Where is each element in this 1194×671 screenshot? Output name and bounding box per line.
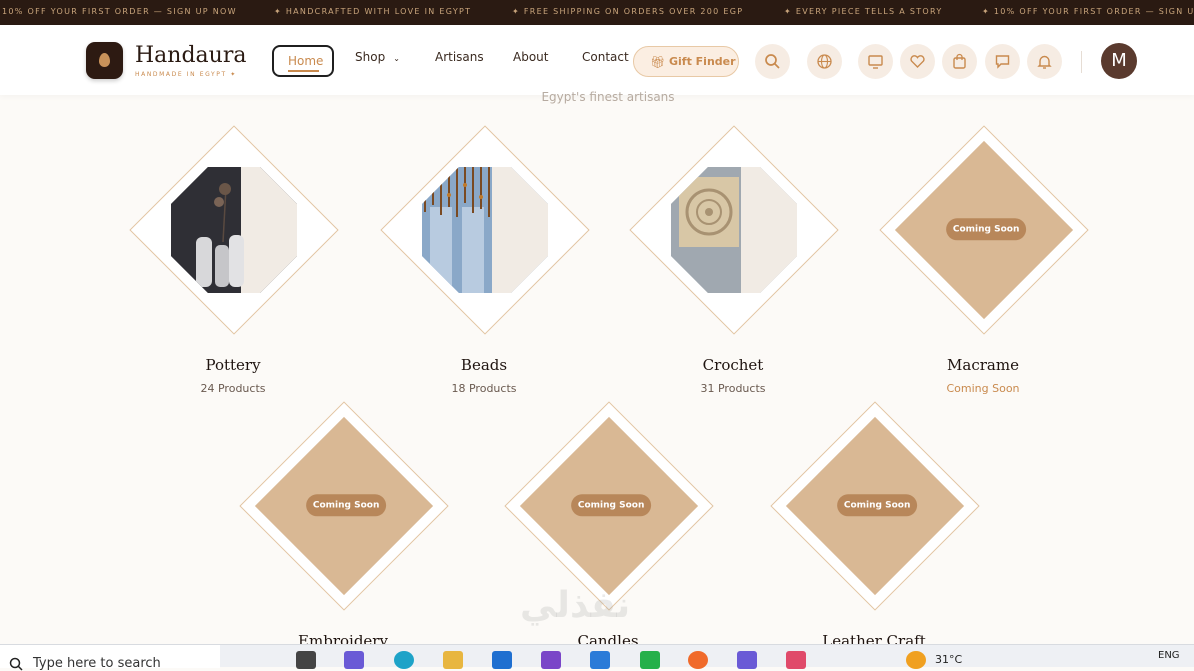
heart-icon xyxy=(910,55,925,68)
search-button[interactable] xyxy=(755,44,790,79)
brand-name[interactable]: Handaura xyxy=(135,43,246,68)
weather-icon[interactable] xyxy=(906,651,926,669)
announcement-bar: 10% OFF YOUR FIRST ORDER — SIGN UP NOW ✦… xyxy=(0,0,1194,25)
category-frame: Coming Soon xyxy=(879,125,1089,335)
category-count: Coming Soon xyxy=(946,382,1020,395)
watermark: نفذلي xyxy=(520,585,631,626)
category-name[interactable]: Pottery xyxy=(128,356,338,374)
taskbar: Type here to search 31°C ENG xyxy=(0,644,1194,671)
search-icon xyxy=(765,54,780,69)
nav-shop-label: Shop xyxy=(355,50,386,64)
category-frame xyxy=(629,125,839,335)
gift-icon: 🎁︎ xyxy=(650,55,666,69)
app-icon[interactable] xyxy=(541,651,561,669)
teams-icon[interactable] xyxy=(737,651,757,669)
nav-home[interactable]: Home xyxy=(272,45,334,77)
category-count: 24 Products xyxy=(200,382,266,395)
gift-finder-button[interactable]: 🎁︎ Gift Finder xyxy=(633,46,739,77)
category-frame: Coming Soon xyxy=(504,401,714,611)
messages-button[interactable] xyxy=(985,44,1020,79)
task-view-icon[interactable] xyxy=(296,651,316,669)
category-placeholder: Coming Soon xyxy=(785,416,965,596)
announcement-item: 10% OFF YOUR FIRST ORDER — SIGN UP NOW xyxy=(2,7,237,16)
category-placeholder: Coming Soon xyxy=(519,416,699,596)
category-image xyxy=(144,140,324,320)
brand-tagline: HANDMADE IN EGYPT ✦ xyxy=(135,71,237,78)
whatsapp-icon[interactable] xyxy=(640,651,660,669)
taskbar-search[interactable]: Type here to search xyxy=(0,645,220,671)
category-placeholder: Coming Soon xyxy=(894,140,1074,320)
language-indicator[interactable]: ENG xyxy=(1158,650,1180,661)
wishlist-button[interactable] xyxy=(900,44,935,79)
copilot-icon[interactable] xyxy=(344,651,364,669)
avatar[interactable]: M xyxy=(1101,43,1137,79)
mail-icon[interactable] xyxy=(492,651,512,669)
category-name[interactable]: Crochet xyxy=(628,356,838,374)
category-frame: Coming Soon xyxy=(239,401,449,611)
announcement-item: ✦ EVERY PIECE TELLS A STORY xyxy=(784,7,943,16)
active-underline xyxy=(288,70,319,72)
site-header: Handaura HANDMADE IN EGYPT ✦ Home Shop ⌄ … xyxy=(0,25,1194,95)
nav-shop[interactable]: Shop ⌄ xyxy=(355,50,400,64)
section-subtitle: Egypt's finest artisans xyxy=(541,90,675,104)
monitor-button[interactable] xyxy=(858,44,893,79)
postman-icon[interactable] xyxy=(688,651,708,669)
category-frame xyxy=(380,125,590,335)
category-count: 31 Products xyxy=(700,382,766,395)
vscode-icon[interactable] xyxy=(590,651,610,669)
category-name[interactable]: Beads xyxy=(379,356,589,374)
temperature[interactable]: 31°C xyxy=(935,653,962,666)
category-frame xyxy=(129,125,339,335)
drop-icon xyxy=(99,53,110,67)
taskbar-search-placeholder: Type here to search xyxy=(33,656,161,671)
nav-home-label: Home xyxy=(288,54,324,68)
bell-icon xyxy=(1037,55,1052,69)
header-divider xyxy=(1081,51,1082,73)
chevron-down-icon: ⌄ xyxy=(393,54,400,63)
notifications-button[interactable] xyxy=(1027,44,1062,79)
announcement-item: ✦ HANDCRAFTED WITH LOVE IN EGYPT xyxy=(274,7,472,16)
gift-finder-label: Gift Finder xyxy=(669,55,736,68)
coming-soon-badge: Coming Soon xyxy=(837,494,918,517)
coming-soon-badge: Coming Soon xyxy=(306,494,387,517)
monitor-icon xyxy=(868,55,883,69)
edge-icon[interactable] xyxy=(394,651,414,669)
file-explorer-icon[interactable] xyxy=(443,651,463,669)
language-button[interactable] xyxy=(807,44,842,79)
logo[interactable] xyxy=(86,42,123,79)
search-icon xyxy=(9,657,23,671)
chat-icon xyxy=(995,55,1010,69)
category-frame: Coming Soon xyxy=(770,401,980,611)
bag-icon xyxy=(953,53,966,69)
app-icon[interactable] xyxy=(786,651,806,669)
coming-soon-badge: Coming Soon xyxy=(946,218,1027,241)
globe-icon xyxy=(817,54,832,69)
category-placeholder: Coming Soon xyxy=(254,416,434,596)
category-image xyxy=(395,140,575,320)
nav-artisans[interactable]: Artisans xyxy=(435,50,484,64)
category-count: 18 Products xyxy=(451,382,517,395)
announcement-item: ✦ FREE SHIPPING ON ORDERS OVER 200 EGP xyxy=(512,7,744,16)
nav-contact[interactable]: Contact xyxy=(582,50,629,64)
coming-soon-badge: Coming Soon xyxy=(571,494,652,517)
category-name[interactable]: Macrame xyxy=(878,356,1088,374)
nav-about[interactable]: About xyxy=(513,50,548,64)
cart-button[interactable] xyxy=(942,44,977,79)
category-image xyxy=(644,140,824,320)
announcement-item: ✦ 10% OFF YOUR FIRST ORDER — SIGN UP xyxy=(982,7,1194,16)
